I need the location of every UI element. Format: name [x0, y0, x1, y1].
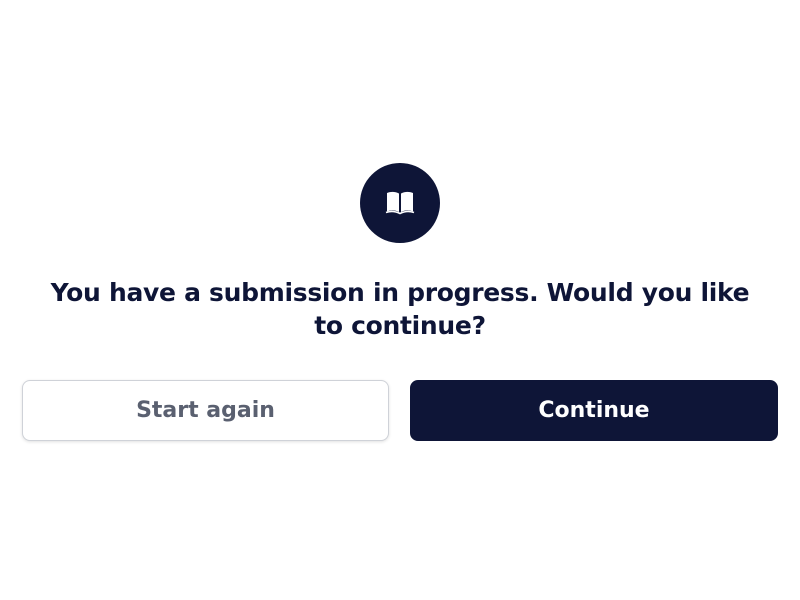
resume-prompt-message: You have a submission in progress. Would… — [50, 278, 750, 340]
book-icon-badge — [360, 163, 440, 243]
start-again-button[interactable]: Start again — [22, 380, 389, 441]
book-icon — [385, 190, 415, 216]
continue-button[interactable]: Continue — [410, 380, 778, 441]
resume-submission-screen: You have a submission in progress. Would… — [0, 0, 800, 600]
